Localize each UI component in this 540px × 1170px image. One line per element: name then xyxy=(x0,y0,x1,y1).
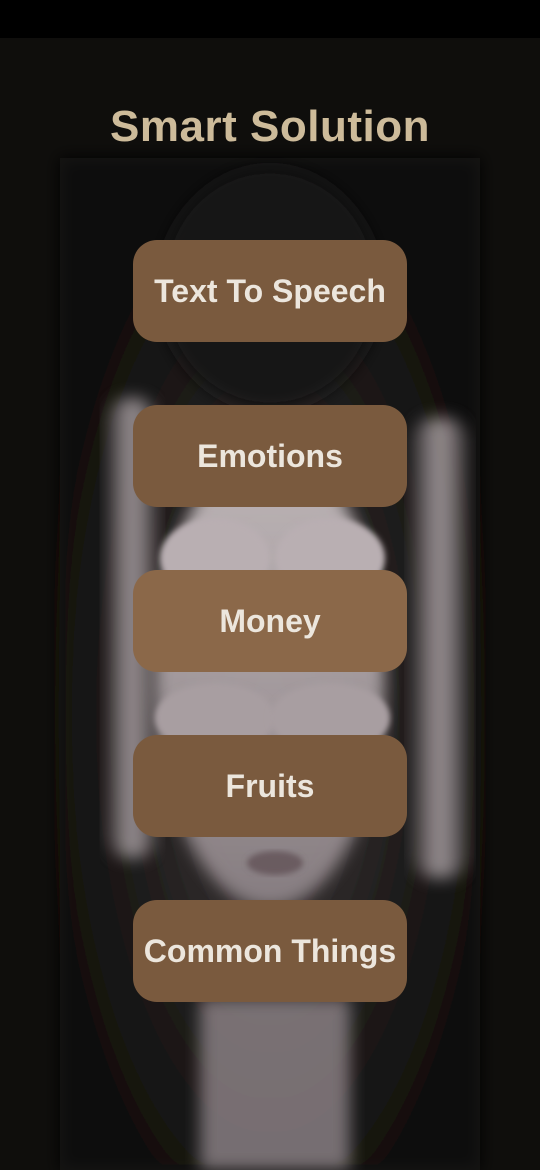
app-title: Smart Solution xyxy=(110,102,430,151)
fruits-button[interactable]: Fruits xyxy=(133,735,407,837)
common-things-button[interactable]: Common Things xyxy=(133,900,407,1002)
app-screen: Smart Solution Text To Speech Emotions M… xyxy=(0,0,540,1170)
text-to-speech-button[interactable]: Text To Speech xyxy=(133,240,407,342)
emotions-button[interactable]: Emotions xyxy=(133,405,407,507)
status-bar xyxy=(0,0,540,38)
main-content: Smart Solution Text To Speech Emotions M… xyxy=(0,38,540,1170)
money-button[interactable]: Money xyxy=(133,570,407,672)
